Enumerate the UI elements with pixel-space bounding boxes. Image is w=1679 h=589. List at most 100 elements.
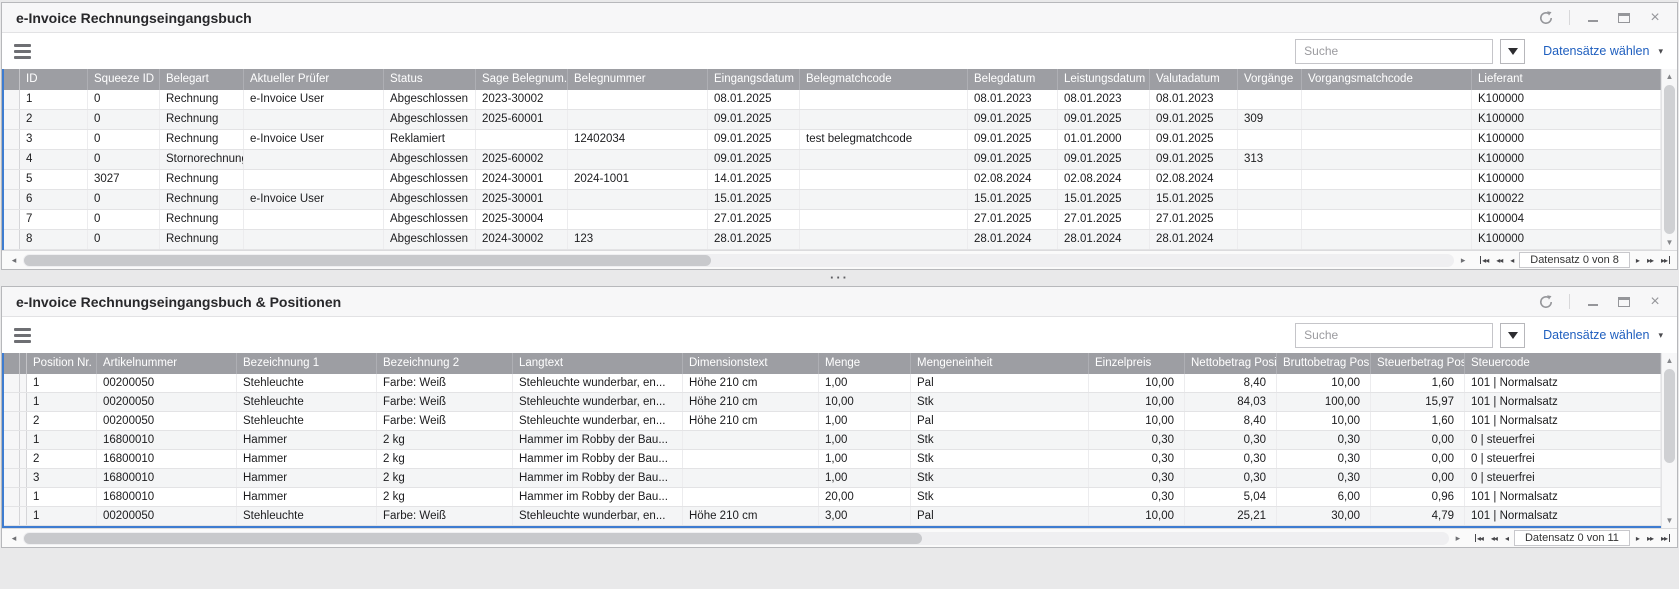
hscroll-thumb[interactable] <box>24 255 711 266</box>
cell[interactable]: Reklamiert <box>384 130 476 149</box>
cell[interactable] <box>244 150 384 169</box>
pager-prev-button[interactable]: ◂ <box>1503 534 1510 543</box>
cell[interactable]: 20,00 <box>819 488 911 506</box>
cell[interactable]: 00200050 <box>97 507 237 525</box>
cell[interactable]: Pal <box>911 507 1089 525</box>
pager-fast-forward-button[interactable]: ▸▸ <box>1645 256 1655 265</box>
datensaetze-waehlen-link[interactable]: Datensätze wählen <box>1543 44 1649 58</box>
cell[interactable]: 09.01.2025 <box>1150 130 1238 149</box>
cell[interactable]: Stehleuchte wunderbar, en... <box>513 374 683 392</box>
cell[interactable]: 0,30 <box>1277 431 1371 449</box>
cell[interactable] <box>568 90 708 109</box>
table-row[interactable]: 60Rechnunge-Invoice UserAbgeschlossen202… <box>4 190 1661 210</box>
cell[interactable]: 01.01.2000 <box>1058 130 1150 149</box>
cell[interactable]: 0,00 <box>1371 469 1465 487</box>
column-header[interactable]: Vorgangsmatchcode <box>1302 69 1472 90</box>
cell[interactable]: Farbe: Weiß <box>377 412 513 430</box>
cell[interactable]: 1,60 <box>1371 374 1465 392</box>
cell[interactable]: 1 <box>27 374 97 392</box>
cell[interactable]: 28.01.2024 <box>1150 230 1238 249</box>
cell[interactable]: Rechnung <box>160 170 244 189</box>
row-indicator[interactable] <box>4 374 20 392</box>
cell[interactable]: 2 kg <box>377 488 513 506</box>
column-header[interactable]: Menge <box>819 353 911 374</box>
row-indicator[interactable] <box>4 90 20 109</box>
column-header[interactable]: Belegnummer <box>568 69 708 90</box>
cell[interactable]: 5 <box>20 170 88 189</box>
cell[interactable]: Pal <box>911 374 1089 392</box>
cell[interactable]: 15.01.2025 <box>1150 190 1238 209</box>
cell[interactable]: 08.01.2025 <box>708 90 800 109</box>
column-header[interactable]: Dimensionstext <box>683 353 819 374</box>
cell[interactable] <box>568 210 708 229</box>
vscroll-thumb[interactable] <box>1664 369 1675 463</box>
cell[interactable]: Stornorechnung <box>160 150 244 169</box>
table-row[interactable]: 100200050StehleuchteFarbe: WeißStehleuch… <box>4 374 1661 393</box>
cell[interactable]: 16800010 <box>97 450 237 468</box>
cell[interactable]: 2 kg <box>377 431 513 449</box>
cell[interactable]: 0,00 <box>1371 450 1465 468</box>
cell[interactable]: 15.01.2025 <box>708 190 800 209</box>
cell[interactable]: 1 <box>27 507 97 525</box>
chevron-down-icon[interactable]: ▾ <box>1658 330 1663 341</box>
maximize-icon[interactable] <box>1616 10 1632 26</box>
cell[interactable]: Hammer im Robby der Bau... <box>513 431 683 449</box>
cell[interactable]: 2024-1001 <box>568 170 708 189</box>
minimize-icon[interactable] <box>1585 294 1601 310</box>
cell[interactable] <box>568 150 708 169</box>
cell[interactable]: 0,30 <box>1277 450 1371 468</box>
pager-fast-back-button[interactable]: ◂◂ <box>1494 256 1504 265</box>
cell[interactable] <box>1302 210 1472 229</box>
cell[interactable]: 16800010 <box>97 431 237 449</box>
cell[interactable]: 309 <box>1238 110 1302 129</box>
cell[interactable]: Hammer <box>237 431 377 449</box>
table-row[interactable]: 80RechnungAbgeschlossen2024-3000212328.0… <box>4 230 1661 250</box>
row-indicator[interactable] <box>20 469 27 487</box>
cell[interactable]: 09.01.2025 <box>1150 110 1238 129</box>
table-row[interactable]: 216800010Hammer2 kgHammer im Robby der B… <box>4 450 1661 469</box>
cell[interactable]: 15,97 <box>1371 393 1465 411</box>
row-indicator[interactable] <box>4 431 20 449</box>
column-header[interactable]: ID <box>20 69 88 90</box>
cell[interactable]: 2025-60002 <box>476 150 568 169</box>
cell[interactable] <box>1302 90 1472 109</box>
column-header[interactable]: Position Nr. <box>27 353 97 374</box>
cell[interactable]: Hammer im Robby der Bau... <box>513 488 683 506</box>
cell[interactable]: 123 <box>568 230 708 249</box>
cell[interactable]: 28.01.2024 <box>968 230 1058 249</box>
cell[interactable]: Rechnung <box>160 130 244 149</box>
chevron-down-icon[interactable]: ▾ <box>1658 46 1663 57</box>
table-row[interactable]: 100200050StehleuchteFarbe: WeißStehleuch… <box>4 507 1661 526</box>
cell[interactable] <box>476 130 568 149</box>
cell[interactable]: 08.01.2023 <box>968 90 1058 109</box>
cell[interactable]: 15.01.2025 <box>968 190 1058 209</box>
cell[interactable]: 1,00 <box>819 374 911 392</box>
scroll-down-icon[interactable]: ▼ <box>1662 235 1677 250</box>
cell[interactable]: 10,00 <box>1277 412 1371 430</box>
maximize-icon[interactable] <box>1616 294 1632 310</box>
scroll-right-icon[interactable]: ▸ <box>1456 255 1470 266</box>
column-header[interactable]: Sage Belegnum... <box>476 69 568 90</box>
cell[interactable] <box>244 110 384 129</box>
column-header[interactable]: Mengeneinheit <box>911 353 1089 374</box>
cell[interactable]: Hammer im Robby der Bau... <box>513 450 683 468</box>
row-indicator[interactable] <box>4 170 20 189</box>
cell[interactable] <box>1302 190 1472 209</box>
cell[interactable]: 1,60 <box>1371 412 1465 430</box>
cell[interactable] <box>1238 90 1302 109</box>
cell[interactable] <box>683 431 819 449</box>
column-header[interactable]: Bezeichnung 1 <box>237 353 377 374</box>
column-header[interactable]: Bezeichnung 2 <box>377 353 513 374</box>
pager-last-button[interactable]: ▸▸ <box>1659 534 1672 543</box>
column-header[interactable]: Steuerbetrag Pos... <box>1371 353 1465 374</box>
cell[interactable]: Rechnung <box>160 110 244 129</box>
cell[interactable] <box>800 110 968 129</box>
cell[interactable]: Höhe 210 cm <box>683 393 819 411</box>
cell[interactable]: 10,00 <box>1089 507 1185 525</box>
column-header[interactable]: Belegmatchcode <box>800 69 968 90</box>
cell[interactable]: 16800010 <box>97 469 237 487</box>
cell[interactable]: 0 | steuerfrei <box>1465 431 1661 449</box>
pager-first-button[interactable]: ◂◂ <box>1478 256 1490 265</box>
cell[interactable]: 28.01.2025 <box>708 230 800 249</box>
column-header[interactable]: Squeeze ID <box>88 69 160 90</box>
